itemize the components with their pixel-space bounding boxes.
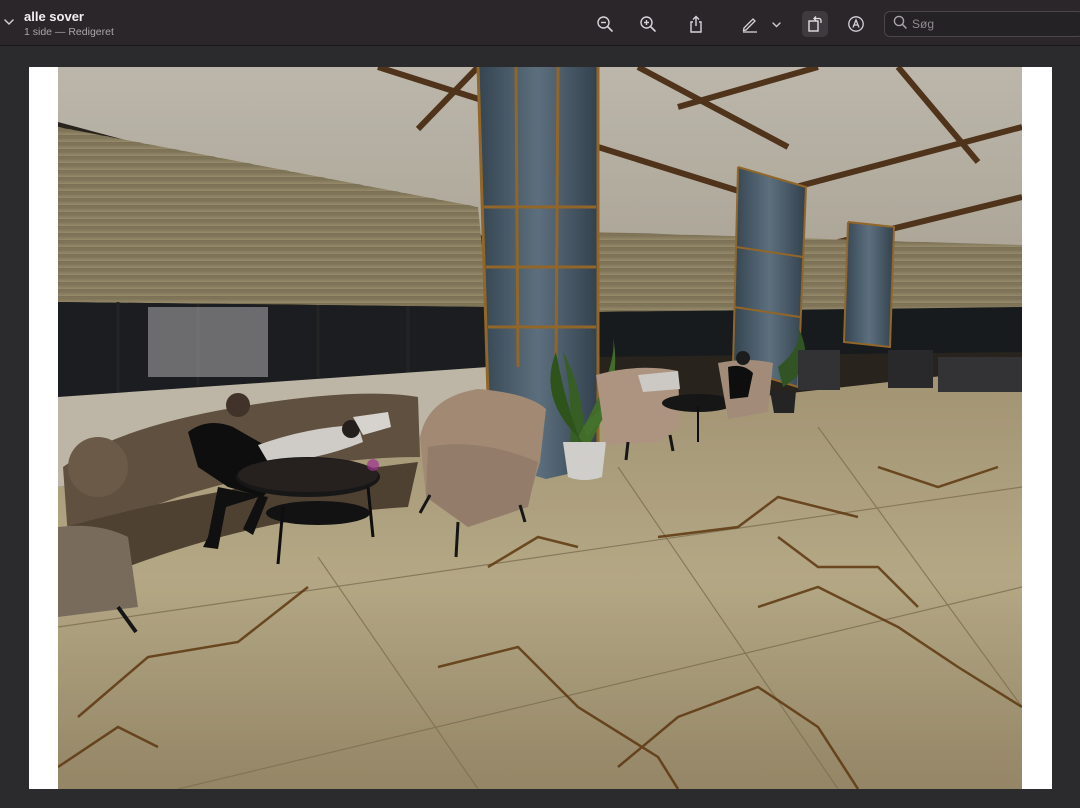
document-title[interactable]: alle sover — [24, 9, 114, 24]
markup-button[interactable] — [737, 11, 763, 37]
search-input[interactable] — [912, 17, 1062, 31]
annotate-button[interactable] — [843, 11, 869, 37]
search-icon — [893, 15, 907, 34]
markup-pen-icon — [741, 15, 759, 33]
share-button[interactable] — [683, 11, 709, 37]
lobby-photo — [58, 67, 1022, 789]
document-subtitle: 1 side — Redigeret — [24, 26, 114, 38]
zoom-in-button[interactable] — [635, 11, 661, 37]
search-field[interactable] — [884, 11, 1080, 37]
share-icon — [688, 15, 704, 34]
zoom-in-icon — [639, 15, 657, 33]
chevron-down-icon — [771, 21, 781, 28]
title-block: alle sover 1 side — Redigeret — [24, 9, 114, 39]
chevron-down-icon[interactable] — [2, 13, 16, 31]
rotate-icon — [806, 15, 824, 33]
annotate-icon — [847, 15, 865, 33]
zoom-out-button[interactable] — [592, 11, 618, 37]
markup-menu-button[interactable] — [768, 11, 784, 37]
toolbar: alle sover 1 side — Redigeret — [0, 0, 1080, 46]
rotate-button[interactable] — [802, 11, 828, 37]
zoom-out-icon — [596, 15, 614, 33]
